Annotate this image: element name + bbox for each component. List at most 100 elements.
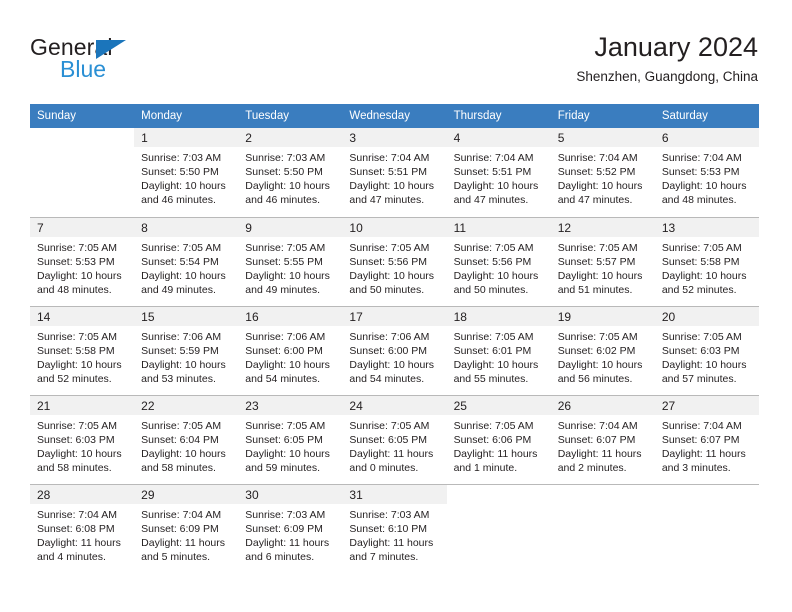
page-title: January 2024 — [594, 32, 758, 62]
logo-text-blue: Blue — [60, 56, 107, 82]
sunrise-text: Sunrise: 7:05 AM — [37, 419, 117, 432]
sunset-text: Sunset: 5:53 PM — [661, 166, 740, 178]
day-cell[interactable]: 4 Sunrise: 7:04 AM Sunset: 5:51 PM Daylight… — [446, 128, 551, 217]
day-cell-empty — [446, 483, 551, 573]
sunrise-text: Sunrise: 7:05 AM — [557, 330, 638, 343]
day-number: 10 — [342, 217, 447, 237]
day-cell[interactable]: 28 Sunrise: 7:04 AM Sunset: 6:08 PM Dayligh… — [30, 483, 135, 573]
sunrise-text: Sunrise: 7:05 AM — [661, 330, 742, 343]
calendar-grid: Sunday Monday Tuesday Wednesday Thursday Frid… — [30, 104, 759, 573]
day-number: 15 — [134, 306, 239, 326]
sunrise-text: Sunrise: 7:05 AM — [141, 241, 222, 254]
day-details: Sunrise: 7:05 AM Sunset: 5:58 PM Daylight:… — [30, 326, 134, 386]
weekday-header-monday: Monday — [134, 104, 239, 128]
daylight-text: Daylight: 10 hours and 48 minutes. — [37, 269, 122, 296]
day-cell[interactable]: 18 Sunrise: 7:05 AM Sunset: 6:01 PM Dayligh… — [446, 305, 551, 395]
day-cell[interactable]: 5 Sunrise: 7:04 AM Sunset: 5:52 PM Daylight… — [550, 128, 655, 217]
weekday-header-wednesday: Wednesday — [342, 104, 447, 128]
week-row: 14 Sunrise: 7:05 AM Sunset: 5:58 PM Dayligh… — [30, 305, 759, 395]
daylight-text: Daylight: 10 hours and 54 minutes. — [245, 358, 330, 385]
day-cell[interactable]: 10 Sunrise: 7:05 AM Sunset: 5:56 PM Dayligh… — [342, 216, 447, 306]
day-cell[interactable]: 20 Sunrise: 7:05 AM Sunset: 6:03 PM Dayligh… — [654, 305, 759, 395]
day-cell[interactable]: 25 Sunrise: 7:05 AM Sunset: 6:06 PM Dayligh… — [446, 394, 551, 484]
day-cell[interactable]: 2 Sunrise: 7:03 AM Sunset: 5:50 PM Daylight… — [238, 128, 343, 217]
sunrise-text: Sunrise: 7:05 AM — [37, 330, 117, 343]
day-number — [654, 484, 759, 504]
sunset-text: Sunset: 6:00 PM — [349, 344, 428, 357]
day-cell[interactable]: 3 Sunrise: 7:04 AM Sunset: 5:51 PM Daylight… — [342, 128, 447, 217]
daylight-text: Daylight: 10 hours and 46 minutes. — [245, 180, 330, 206]
daylight-text: Daylight: 11 hours and 4 minutes. — [37, 536, 121, 563]
day-details: Sunrise: 7:05 AM Sunset: 5:55 PM Daylight:… — [238, 237, 342, 297]
sunrise-text: Sunrise: 7:05 AM — [661, 241, 742, 254]
day-number: 23 — [238, 395, 343, 415]
day-cell[interactable]: 11 Sunrise: 7:05 AM Sunset: 5:56 PM Dayligh… — [446, 216, 551, 306]
day-number: 22 — [134, 395, 239, 415]
week-row: 7 Sunrise: 7:05 AM Sunset: 5:53 PM Daylight… — [30, 216, 759, 306]
day-details: Sunrise: 7:03 AM Sunset: 5:50 PM Daylight:… — [238, 147, 342, 207]
sunset-text: Sunset: 5:51 PM — [349, 166, 428, 178]
daylight-text: Daylight: 10 hours and 52 minutes. — [661, 269, 747, 296]
day-cell[interactable]: 7 Sunrise: 7:05 AM Sunset: 5:53 PM Daylight… — [30, 216, 135, 306]
day-cell[interactable]: 12 Sunrise: 7:05 AM Sunset: 5:57 PM Dayligh… — [550, 216, 655, 306]
day-cell[interactable]: 6 Sunrise: 7:04 AM Sunset: 5:53 PM Daylight… — [654, 128, 759, 217]
day-number — [30, 128, 135, 147]
day-details: Sunrise: 7:03 AM Sunset: 5:50 PM Daylight:… — [134, 147, 238, 207]
daylight-text: Daylight: 10 hours and 55 minutes. — [453, 358, 539, 385]
day-cell[interactable]: 30 Sunrise: 7:03 AM Sunset: 6:09 PM Dayligh… — [238, 483, 343, 573]
day-number: 14 — [30, 306, 135, 326]
sunset-text: Sunset: 5:56 PM — [349, 255, 428, 268]
daylight-text: Daylight: 10 hours and 56 minutes. — [557, 358, 643, 385]
daylight-text: Daylight: 10 hours and 58 minutes. — [141, 447, 226, 474]
daylight-text: Daylight: 10 hours and 50 minutes. — [453, 269, 539, 296]
day-cell[interactable]: 29 Sunrise: 7:04 AM Sunset: 6:09 PM Dayligh… — [134, 483, 239, 573]
sunset-text: Sunset: 6:03 PM — [661, 344, 740, 357]
day-cell[interactable]: 9 Sunrise: 7:05 AM Sunset: 5:55 PM Daylight… — [238, 216, 343, 306]
day-details: Sunrise: 7:04 AM Sunset: 5:53 PM Daylight:… — [655, 147, 759, 207]
daylight-text: Daylight: 11 hours and 2 minutes. — [557, 447, 642, 474]
sunrise-text: Sunrise: 7:05 AM — [141, 419, 222, 432]
sunset-text: Sunset: 6:06 PM — [453, 433, 532, 446]
day-cell[interactable]: 21 Sunrise: 7:05 AM Sunset: 6:03 PM Dayligh… — [30, 394, 135, 484]
calendar-body: 1 Sunrise: 7:03 AM Sunset: 5:50 PM Daylight… — [30, 128, 759, 573]
sunrise-text: Sunrise: 7:05 AM — [349, 419, 430, 432]
day-cell[interactable]: 19 Sunrise: 7:05 AM Sunset: 6:02 PM Dayligh… — [550, 305, 655, 395]
day-details: Sunrise: 7:05 AM Sunset: 5:53 PM Daylight:… — [30, 237, 134, 297]
day-number: 19 — [550, 306, 655, 326]
weekday-header-saturday: Saturday — [654, 104, 759, 128]
sunrise-text: Sunrise: 7:04 AM — [661, 419, 742, 432]
daylight-text: Daylight: 10 hours and 46 minutes. — [141, 180, 226, 206]
day-cell[interactable]: 17 Sunrise: 7:06 AM Sunset: 6:00 PM Dayligh… — [342, 305, 447, 395]
day-cell[interactable]: 14 Sunrise: 7:05 AM Sunset: 5:58 PM Dayligh… — [30, 305, 135, 395]
day-cell[interactable]: 13 Sunrise: 7:05 AM Sunset: 5:58 PM Dayligh… — [654, 216, 759, 306]
day-number: 31 — [342, 484, 447, 504]
daylight-text: Daylight: 10 hours and 59 minutes. — [245, 447, 330, 474]
day-number: 21 — [30, 395, 135, 415]
sunrise-text: Sunrise: 7:06 AM — [245, 330, 326, 343]
sunrise-text: Sunrise: 7:03 AM — [141, 152, 222, 164]
week-row: 28 Sunrise: 7:04 AM Sunset: 6:08 PM Dayligh… — [30, 483, 759, 573]
day-cell[interactable]: 31 Sunrise: 7:03 AM Sunset: 6:10 PM Dayligh… — [342, 483, 447, 573]
day-cell[interactable]: 22 Sunrise: 7:05 AM Sunset: 6:04 PM Dayligh… — [134, 394, 239, 484]
day-number: 1 — [134, 128, 239, 147]
day-cell[interactable]: 23 Sunrise: 7:05 AM Sunset: 6:05 PM Dayligh… — [238, 394, 343, 484]
general-blue-logo[interactable]: General Blue — [30, 34, 160, 86]
sunset-text: Sunset: 6:08 PM — [37, 522, 115, 535]
day-details: Sunrise: 7:04 AM Sunset: 5:51 PM Daylight:… — [342, 147, 446, 207]
sunrise-text: Sunrise: 7:06 AM — [349, 330, 430, 343]
day-cell[interactable]: 8 Sunrise: 7:05 AM Sunset: 5:54 PM Daylight… — [134, 216, 239, 306]
day-number — [446, 484, 551, 504]
day-cell[interactable]: 26 Sunrise: 7:04 AM Sunset: 6:07 PM Dayligh… — [550, 394, 655, 484]
daylight-text: Daylight: 10 hours and 47 minutes. — [349, 180, 435, 206]
day-details: Sunrise: 7:05 AM Sunset: 6:03 PM Daylight:… — [30, 415, 134, 475]
day-cell[interactable]: 24 Sunrise: 7:05 AM Sunset: 6:05 PM Dayligh… — [342, 394, 447, 484]
day-number: 30 — [238, 484, 343, 504]
sunset-text: Sunset: 6:01 PM — [453, 344, 532, 357]
day-cell[interactable]: 1 Sunrise: 7:03 AM Sunset: 5:50 PM Daylight… — [134, 128, 239, 217]
day-cell-empty — [30, 128, 135, 217]
location-subtitle: Shenzhen, Guangdong, China — [576, 69, 758, 84]
day-cell[interactable]: 27 Sunrise: 7:04 AM Sunset: 6:07 PM Dayligh… — [654, 394, 759, 484]
day-cell[interactable]: 15 Sunrise: 7:06 AM Sunset: 5:59 PM Dayligh… — [134, 305, 239, 395]
daylight-text: Daylight: 10 hours and 49 minutes. — [245, 269, 330, 296]
day-cell[interactable]: 16 Sunrise: 7:06 AM Sunset: 6:00 PM Dayligh… — [238, 305, 343, 395]
